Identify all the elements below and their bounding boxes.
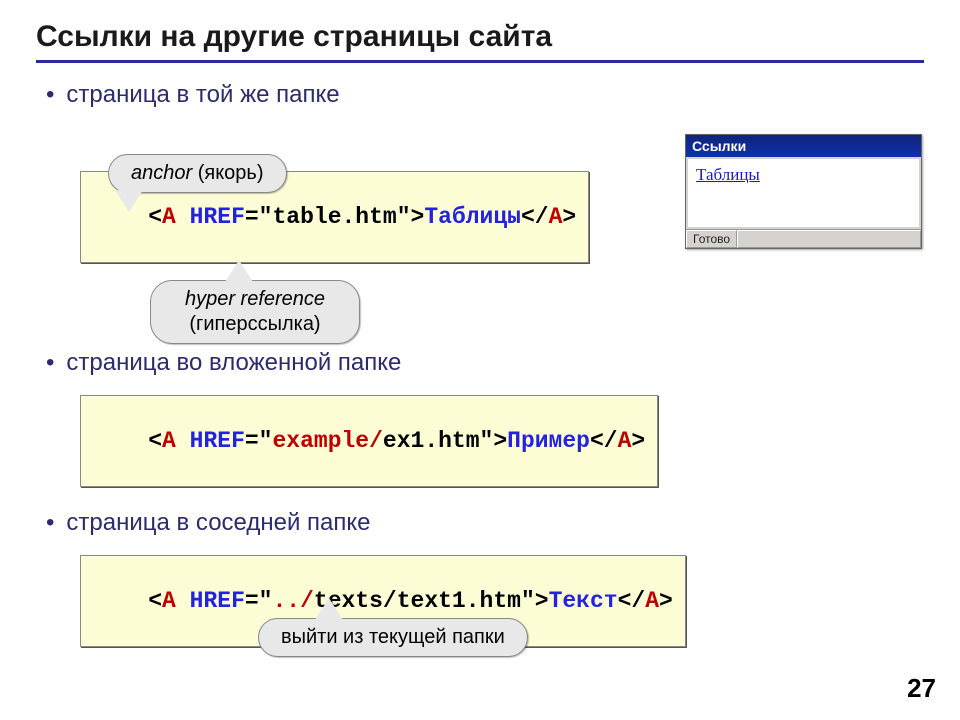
code-token: example/ (272, 428, 382, 454)
code-token: A (162, 588, 176, 614)
status-text: Готово (686, 230, 737, 248)
code-token: texts/text1.htm (314, 588, 521, 614)
callout-tail-icon (115, 190, 143, 212)
code-token: > (631, 428, 645, 454)
code-token: "> (397, 204, 425, 230)
code-token: HREF (190, 588, 245, 614)
code-example-2: <A HREF="example/ex1.htm">Пример</A> (80, 395, 658, 487)
code-token: =" (245, 204, 273, 230)
code-token (176, 204, 190, 230)
code-token: > (562, 204, 576, 230)
browser-body: Таблицы (688, 159, 919, 227)
code-token: ../ (272, 588, 313, 614)
code-token: HREF (190, 428, 245, 454)
code-token: < (148, 204, 162, 230)
code-token: A (162, 204, 176, 230)
code-token: Пример (507, 428, 590, 454)
browser-statusbar: Готово (686, 229, 921, 248)
code-token: "> (480, 428, 508, 454)
code-token: Таблицы (424, 204, 521, 230)
browser-preview: Ссылки Таблицы Готово (685, 134, 922, 249)
code-token: < (148, 588, 162, 614)
code-token: </ (618, 588, 646, 614)
code-token: </ (590, 428, 618, 454)
code-token: table.htm (272, 204, 396, 230)
bullet-same-folder: страница в той же папке (46, 81, 924, 109)
browser-link[interactable]: Таблицы (696, 165, 760, 184)
code-token: A (549, 204, 563, 230)
callout-label: выйти из текущей папки (281, 626, 505, 648)
browser-titlebar: Ссылки (686, 135, 921, 157)
status-spacer (737, 230, 921, 248)
code-token: ex1.htm (383, 428, 480, 454)
code-token: HREF (190, 204, 245, 230)
callout-label-italic: hyper reference (185, 288, 325, 310)
callout-tail-icon (315, 598, 343, 620)
callout-href: hyper reference (гиперссылка) (150, 280, 360, 344)
callout-label-italic: anchor (131, 162, 192, 184)
bullet-sibling-folder: страница в соседней папке (46, 509, 924, 537)
code-token: =" (245, 428, 273, 454)
code-token: =" (245, 588, 273, 614)
page-number: 27 (907, 673, 936, 704)
code-token (176, 588, 190, 614)
bullet-nested-folder: страница во вложенной папке (46, 349, 924, 377)
callout-tail-icon (225, 260, 253, 282)
code-token: Текст (549, 588, 618, 614)
callout-anchor: anchor (якорь) (108, 154, 287, 193)
callout-label-ru: (гиперссылка) (189, 313, 320, 335)
code-token: A (618, 428, 632, 454)
slide-title: Ссылки на другие страницы сайта (36, 20, 924, 54)
code-token: </ (521, 204, 549, 230)
code-token (176, 428, 190, 454)
code-token: > (659, 588, 673, 614)
code-token: "> (521, 588, 549, 614)
title-underline (36, 60, 924, 63)
code-token: A (162, 428, 176, 454)
callout-updir: выйти из текущей папки (258, 618, 528, 657)
callout-label-ru: (якорь) (192, 162, 263, 184)
code-token: A (645, 588, 659, 614)
code-token: < (148, 428, 162, 454)
